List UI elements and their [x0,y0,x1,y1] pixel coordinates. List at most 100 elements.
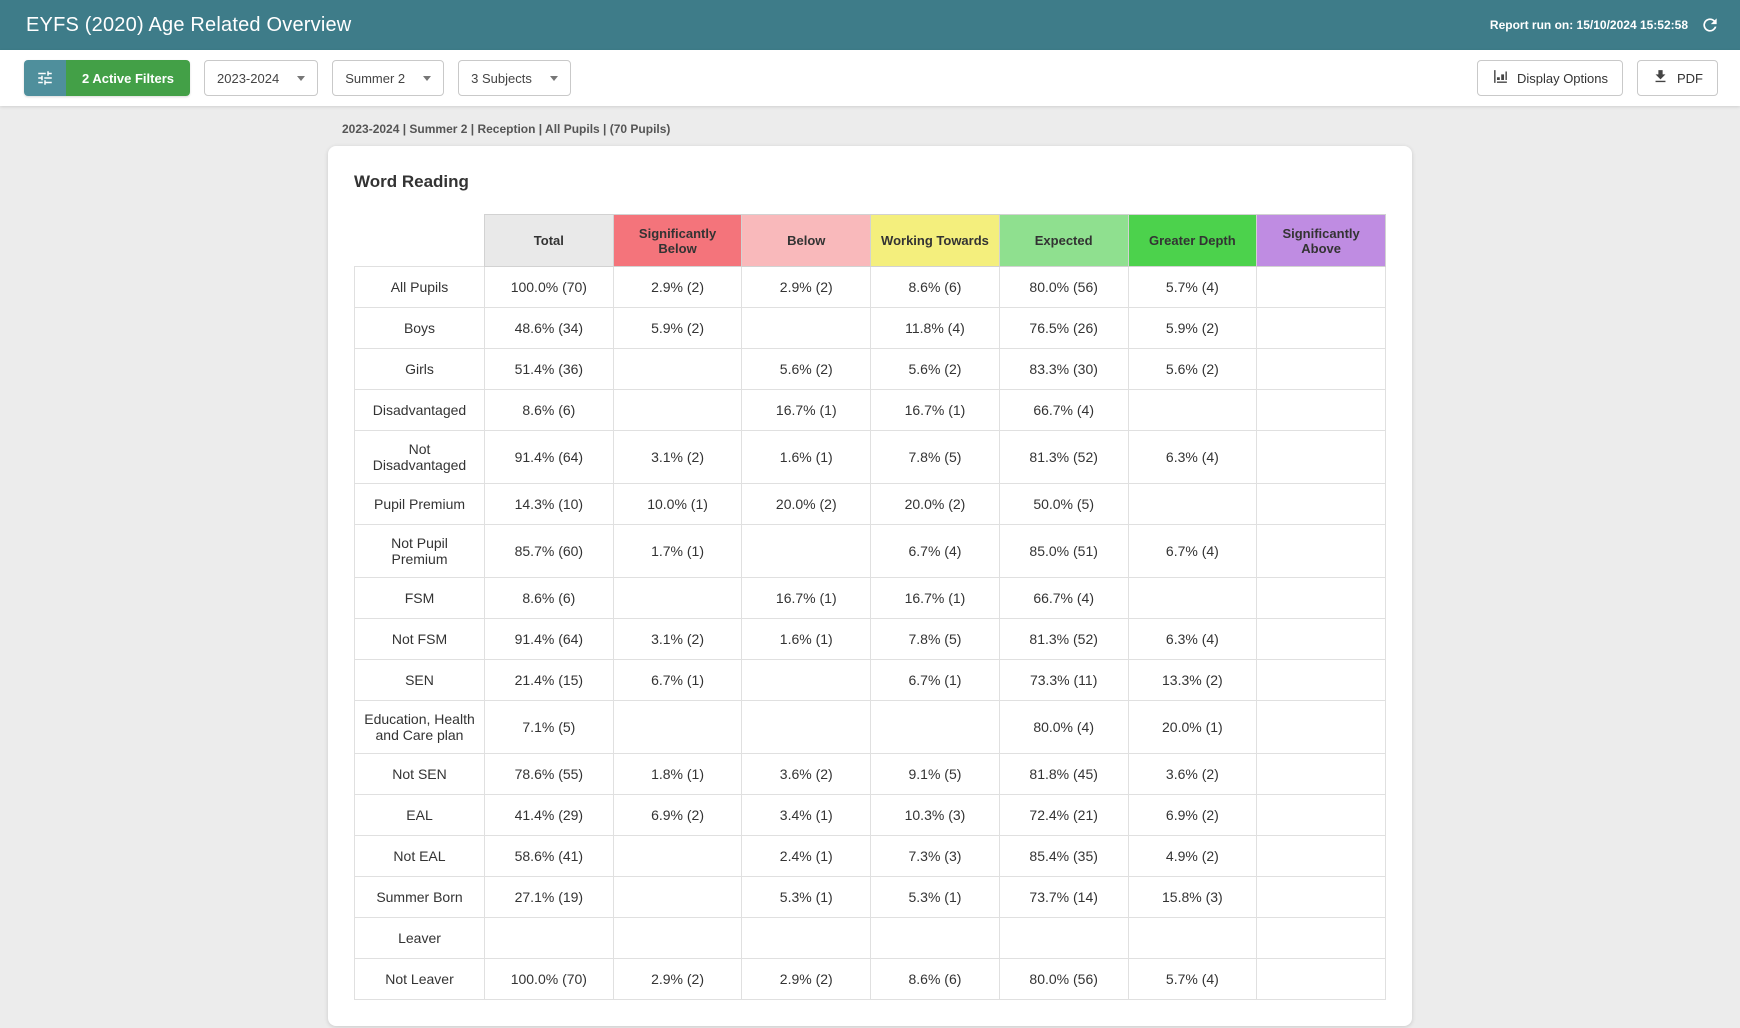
data-cell: 5.7% (4) [1128,267,1257,308]
display-options-button[interactable]: Display Options [1477,60,1623,96]
data-cell: 73.7% (14) [999,877,1128,918]
data-cell: 2.9% (2) [742,267,871,308]
data-cell [613,877,742,918]
data-cell: 3.1% (2) [613,431,742,484]
data-cell [1257,660,1386,701]
data-cell [613,918,742,959]
row-label: Summer Born [355,877,485,918]
data-cell [742,308,871,349]
data-cell: 85.0% (51) [999,525,1128,578]
data-cell [1257,795,1386,836]
data-cell: 2.9% (2) [613,267,742,308]
table-row: Not Pupil Premium85.7% (60)1.7% (1)6.7% … [355,525,1386,578]
data-cell: 80.0% (56) [999,959,1128,1000]
data-cell: 1.6% (1) [742,431,871,484]
data-cell: 5.3% (1) [871,877,1000,918]
column-header-expected: Expected [999,215,1128,267]
data-cell [1128,484,1257,525]
data-cell: 1.7% (1) [613,525,742,578]
data-cell [1257,918,1386,959]
data-cell: 6.7% (4) [871,525,1000,578]
refresh-icon[interactable] [1700,15,1720,35]
data-cell: 7.1% (5) [485,701,614,754]
data-cell: 2.4% (1) [742,836,871,877]
data-cell: 85.7% (60) [485,525,614,578]
table-row: FSM8.6% (6)16.7% (1)16.7% (1)66.7% (4) [355,578,1386,619]
data-cell [613,836,742,877]
chevron-down-icon [297,76,305,81]
term-dropdown-value: Summer 2 [345,71,405,86]
data-cell [1128,918,1257,959]
filter-sliders-icon[interactable] [24,60,66,96]
data-cell: 1.8% (1) [613,754,742,795]
subjects-dropdown[interactable]: 3 Subjects [458,60,571,96]
row-label: Not SEN [355,754,485,795]
data-cell: 6.9% (2) [613,795,742,836]
data-cell: 3.4% (1) [742,795,871,836]
data-cell: 10.3% (3) [871,795,1000,836]
row-label: FSM [355,578,485,619]
report-run-timestamp: Report run on: 15/10/2024 15:52:58 [1490,18,1688,32]
table-row: Boys48.6% (34)5.9% (2)11.8% (4)76.5% (26… [355,308,1386,349]
data-cell: 80.0% (56) [999,267,1128,308]
row-label: Not EAL [355,836,485,877]
term-dropdown[interactable]: Summer 2 [332,60,444,96]
data-cell: 27.1% (19) [485,877,614,918]
data-cell [1257,877,1386,918]
data-cell: 20.0% (1) [1128,701,1257,754]
data-cell: 85.4% (35) [999,836,1128,877]
table-row: Girls51.4% (36)5.6% (2)5.6% (2)83.3% (30… [355,349,1386,390]
data-cell [1257,525,1386,578]
breadcrumb: 2023-2024 | Summer 2 | Reception | All P… [342,122,1412,136]
table-row: Disadvantaged8.6% (6)16.7% (1)16.7% (1)6… [355,390,1386,431]
row-label: Leaver [355,918,485,959]
results-table: TotalSignificantly BelowBelowWorking Tow… [354,214,1386,1000]
data-cell: 51.4% (36) [485,349,614,390]
row-label: Education, Health and Care plan [355,701,485,754]
row-label: EAL [355,795,485,836]
table-row: Not Disadvantaged91.4% (64)3.1% (2)1.6% … [355,431,1386,484]
data-cell [1257,484,1386,525]
data-cell [613,390,742,431]
data-cell: 11.8% (4) [871,308,1000,349]
data-cell [1257,619,1386,660]
data-cell: 100.0% (70) [485,267,614,308]
main-content: 2023-2024 | Summer 2 | Reception | All P… [328,122,1412,1026]
data-cell [485,918,614,959]
data-cell: 100.0% (70) [485,959,614,1000]
chevron-down-icon [550,76,558,81]
data-cell: 16.7% (1) [742,578,871,619]
table-row: Not FSM91.4% (64)3.1% (2)1.6% (1)7.8% (5… [355,619,1386,660]
table-row: SEN21.4% (15)6.7% (1)6.7% (1)73.3% (11)1… [355,660,1386,701]
pdf-button[interactable]: PDF [1637,60,1718,96]
column-header-total: Total [485,215,614,267]
data-cell: 3.6% (2) [742,754,871,795]
data-cell: 1.6% (1) [742,619,871,660]
row-label: Disadvantaged [355,390,485,431]
data-cell: 13.3% (2) [1128,660,1257,701]
data-cell: 10.0% (1) [613,484,742,525]
table-row: Pupil Premium14.3% (10)10.0% (1)20.0% (2… [355,484,1386,525]
data-cell [1257,701,1386,754]
column-header-working-towards: Working Towards [871,215,1000,267]
data-cell: 5.6% (2) [742,349,871,390]
active-filters-button[interactable]: 2 Active Filters [24,60,190,96]
data-cell [1257,836,1386,877]
data-cell: 80.0% (4) [999,701,1128,754]
data-cell: 41.4% (29) [485,795,614,836]
year-dropdown[interactable]: 2023-2024 [204,60,318,96]
data-cell: 14.3% (10) [485,484,614,525]
table-row: Not Leaver100.0% (70)2.9% (2)2.9% (2)8.6… [355,959,1386,1000]
table-row: Leaver [355,918,1386,959]
data-cell: 81.3% (52) [999,619,1128,660]
data-cell [742,701,871,754]
top-bar: EYFS (2020) Age Related Overview Report … [0,0,1740,50]
data-cell: 8.6% (6) [485,578,614,619]
year-dropdown-value: 2023-2024 [217,71,279,86]
data-cell [1257,308,1386,349]
data-cell: 5.9% (2) [1128,308,1257,349]
toolbar-left: 2 Active Filters 2023-2024 Summer 2 3 Su… [24,60,571,96]
data-cell: 6.7% (1) [871,660,1000,701]
table-row: Summer Born27.1% (19)5.3% (1)5.3% (1)73.… [355,877,1386,918]
data-cell [1257,959,1386,1000]
